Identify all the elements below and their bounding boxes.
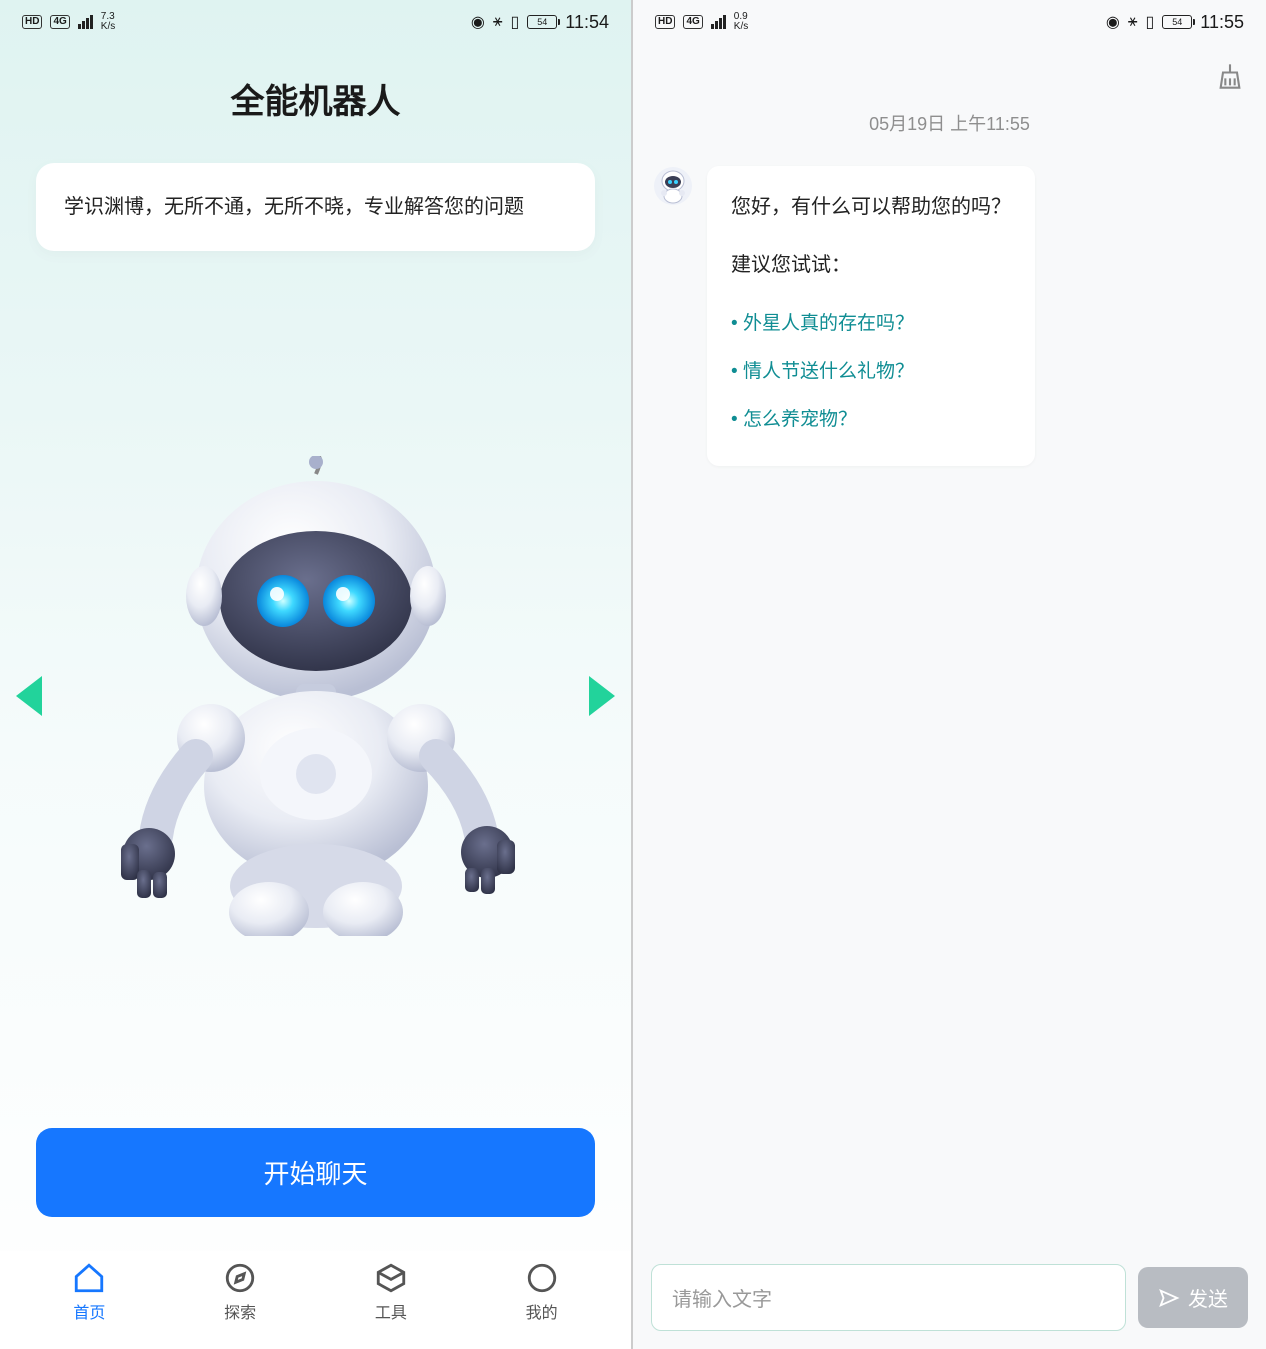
battery-icon: 54 xyxy=(1162,15,1192,29)
net-badge: 4G xyxy=(50,15,69,29)
battery-icon: 54 xyxy=(527,15,557,29)
send-icon xyxy=(1158,1287,1180,1309)
clock: 11:54 xyxy=(565,12,609,33)
chat-input-bar: 请输入文字 发送 xyxy=(651,1264,1248,1331)
chat-screen: HD 4G 0.9K/s ◉ ⚹ ▯ 54 11:55 05月19日 上午11:… xyxy=(633,0,1266,1349)
suggestion-link[interactable]: 外星人真的存在吗？ xyxy=(731,300,1011,348)
net-badge: 4G xyxy=(683,15,702,29)
status-bar-right: HD 4G 0.9K/s ◉ ⚹ ▯ 54 11:55 xyxy=(633,0,1266,44)
chat-timestamp: 05月19日 上午11:55 xyxy=(633,90,1266,166)
suggestion-link[interactable]: 怎么养宠物？ xyxy=(731,396,1011,444)
signal-icon xyxy=(711,15,726,29)
tab-profile[interactable]: 我的 xyxy=(525,1261,559,1323)
tab-label: 首页 xyxy=(73,1299,105,1323)
home-screen: HD 4G 7.3K/s ◉ ⚹ ▯ 54 11:54 全能机器人 学识渊博，无… xyxy=(0,0,633,1349)
toolbox-icon xyxy=(374,1261,408,1295)
bluetooth-icon: ⚹ xyxy=(493,13,503,31)
robot-illustration xyxy=(101,456,531,936)
tab-tools[interactable]: 工具 xyxy=(374,1261,408,1323)
chat-input[interactable]: 请输入文字 xyxy=(651,1264,1126,1331)
vibrate-icon: ▯ xyxy=(510,12,519,32)
bluetooth-icon: ⚹ xyxy=(1128,13,1138,31)
assistant-avatar xyxy=(653,166,693,206)
compass-icon xyxy=(223,1261,257,1295)
greeting-text: 您好，有什么可以帮助您的吗？ xyxy=(731,188,1011,226)
signal-icon xyxy=(78,15,93,29)
net-speed: 0.9K/s xyxy=(734,12,748,32)
suggest-title: 建议您试试： xyxy=(731,246,1011,284)
tab-label: 探索 xyxy=(224,1299,256,1323)
clock: 11:55 xyxy=(1200,12,1244,33)
assistant-bubble: 您好，有什么可以帮助您的吗？ 建议您试试： 外星人真的存在吗？ 情人节送什么礼物… xyxy=(707,166,1035,466)
net-speed: 7.3K/s xyxy=(101,12,115,32)
assistant-message-row: 您好，有什么可以帮助您的吗？ 建议您试试： 外星人真的存在吗？ 情人节送什么礼物… xyxy=(633,166,1266,466)
clear-chat-icon[interactable] xyxy=(1216,62,1244,90)
hd-badge: HD xyxy=(655,15,675,29)
bottom-tabbar: 首页 探索 工具 我的 xyxy=(0,1251,631,1349)
tab-label: 工具 xyxy=(375,1299,407,1323)
home-icon xyxy=(72,1261,106,1295)
carousel-next-icon[interactable] xyxy=(589,676,615,716)
carousel-prev-icon[interactable] xyxy=(16,676,42,716)
eye-icon: ◉ xyxy=(471,12,485,32)
profile-icon xyxy=(525,1261,559,1295)
tab-label: 我的 xyxy=(526,1299,558,1323)
send-button[interactable]: 发送 xyxy=(1138,1267,1248,1328)
tab-home[interactable]: 首页 xyxy=(72,1261,106,1323)
status-bar-left: HD 4G 7.3K/s ◉ ⚹ ▯ 54 11:54 xyxy=(0,0,631,44)
robot-carousel xyxy=(0,291,631,1100)
tab-explore[interactable]: 探索 xyxy=(223,1261,257,1323)
robot-description-card: 学识渊博，无所不通，无所不晓，专业解答您的问题 xyxy=(36,163,595,251)
hd-badge: HD xyxy=(22,15,42,29)
eye-icon: ◉ xyxy=(1106,12,1120,32)
start-chat-button[interactable]: 开始聊天 xyxy=(36,1128,595,1217)
send-label: 发送 xyxy=(1188,1283,1228,1312)
vibrate-icon: ▯ xyxy=(1145,12,1154,32)
suggestion-link[interactable]: 情人节送什么礼物？ xyxy=(731,348,1011,396)
page-title: 全能机器人 xyxy=(0,44,631,163)
